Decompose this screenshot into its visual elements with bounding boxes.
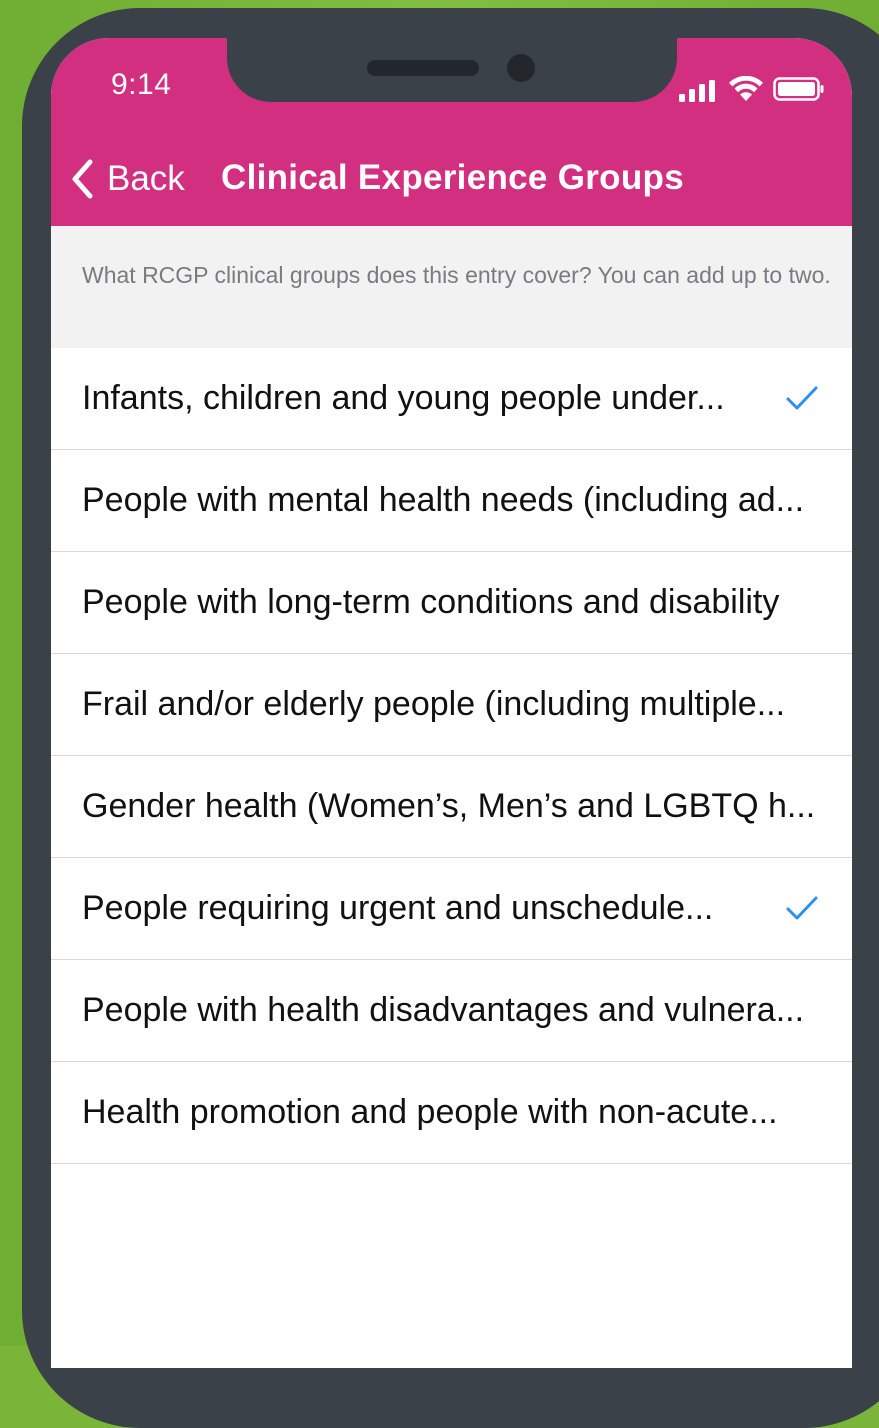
list-item[interactable]: People with long-term conditions and dis…: [51, 552, 852, 654]
list-item[interactable]: Infants, children and young people under…: [51, 348, 852, 450]
front-camera: [507, 54, 535, 82]
list-item[interactable]: People with mental health needs (includi…: [51, 450, 852, 552]
back-button-label: Back: [107, 159, 185, 198]
list-item[interactable]: People with health disadvantages and vul…: [51, 960, 852, 1062]
section-description: What RCGP clinical groups does this entr…: [51, 226, 852, 348]
list-item[interactable]: Frail and/or elderly people (including m…: [51, 654, 852, 756]
wifi-icon: [729, 76, 763, 101]
back-button[interactable]: Back: [71, 154, 185, 204]
page-title: Clinical Experience Groups: [221, 158, 684, 197]
app-screen: 9:14 Back Clinical Experience Groups Wha…: [51, 38, 852, 1368]
list-item-label: People with long-term conditions and dis…: [82, 583, 780, 621]
cellular-signal-icon: [679, 80, 715, 102]
list-item[interactable]: Gender health (Women’s, Men’s and LGBTQ …: [51, 756, 852, 858]
clinical-groups-list: Infants, children and young people under…: [51, 348, 852, 1164]
list-item-label: Health promotion and people with non-acu…: [82, 1093, 778, 1131]
chevron-left-icon: [72, 159, 93, 199]
list-item[interactable]: Health promotion and people with non-acu…: [51, 1062, 852, 1164]
list-item-label: People with health disadvantages and vul…: [82, 991, 805, 1029]
list-item[interactable]: People requiring urgent and unschedule..…: [51, 858, 852, 960]
status-icons: [677, 76, 827, 104]
checkmark-icon: [786, 386, 818, 410]
battery-icon: [773, 77, 824, 101]
list-item-label: People with mental health needs (includi…: [82, 481, 805, 519]
section-description-text: What RCGP clinical groups does this entr…: [82, 262, 831, 288]
list-item-label: Infants, children and young people under…: [82, 379, 725, 417]
speaker-grille: [367, 60, 479, 76]
checkmark-icon: [786, 896, 818, 920]
navigation-header: 9:14 Back Clinical Experience Groups: [51, 38, 852, 226]
list-item-label: People requiring urgent and unschedule..…: [82, 889, 714, 927]
list-item-label: Gender health (Women’s, Men’s and LGBTQ …: [82, 787, 816, 825]
list-item-label: Frail and/or elderly people (including m…: [82, 685, 786, 723]
status-time: 9:14: [111, 68, 172, 101]
